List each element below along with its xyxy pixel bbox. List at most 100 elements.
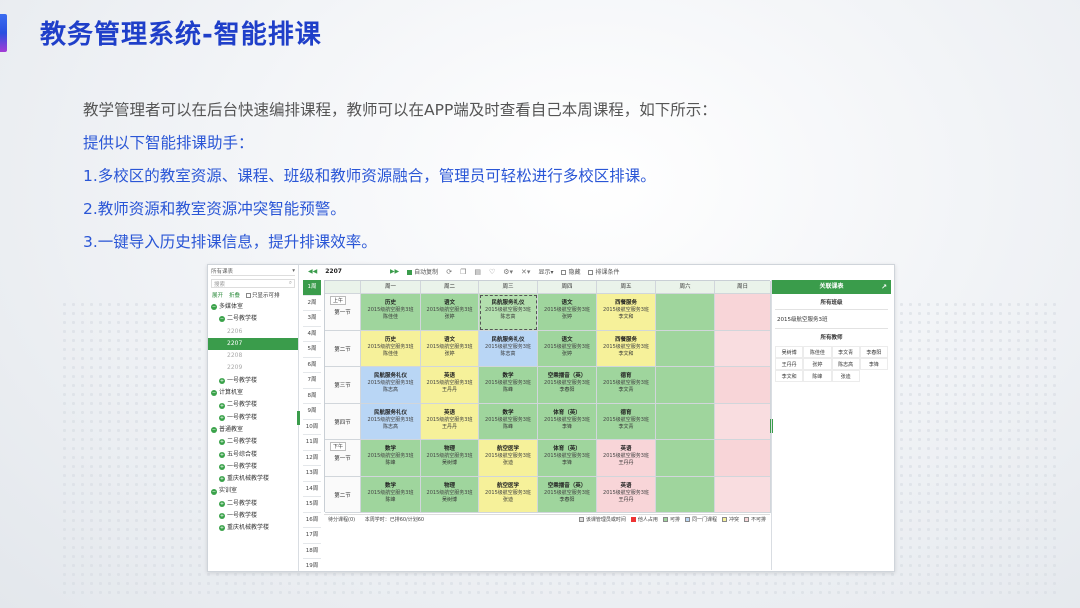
week-item[interactable]: 12周 <box>303 451 321 466</box>
refresh-icon[interactable]: ⟳ <box>446 268 452 276</box>
teacher-item[interactable]: 张迪 <box>831 370 860 382</box>
tree-item[interactable]: + 二号教学楼 <box>208 436 298 448</box>
timetable-cell[interactable]: 数学 2015级航空服务3班 陈峰 <box>361 476 421 513</box>
tree-search-input[interactable]: 搜索 ⌕ <box>211 279 295 288</box>
timetable-cell[interactable]: 英语 2015级航空服务3班 王丹丹 <box>597 476 656 513</box>
timetable-cell[interactable]: 体育（英） 2015级航空服务3班 李锋 <box>538 440 597 477</box>
tree-item[interactable]: − 普通教室 <box>208 424 298 436</box>
paste-icon[interactable]: ▤ <box>474 268 481 276</box>
teacher-item[interactable]: 李文青 <box>831 346 860 358</box>
timetable-cell[interactable] <box>656 403 715 440</box>
week-item[interactable]: 14周 <box>303 482 321 497</box>
week-item[interactable]: 7周 <box>303 373 321 389</box>
teacher-item[interactable]: 李文和 <box>775 370 804 382</box>
week-item[interactable]: 11周 <box>303 435 321 451</box>
sort-conflict-checkbox[interactable]: 排课条件 <box>588 267 620 276</box>
timetable-cell[interactable] <box>715 294 771 331</box>
teacher-item[interactable]: 陈志高 <box>831 358 860 370</box>
expand-node-icon[interactable]: + <box>219 476 225 483</box>
close-icon[interactable]: ✕▾ <box>521 268 530 276</box>
expand-node-icon[interactable]: + <box>219 451 225 458</box>
tree-item[interactable]: − 多媒体室 <box>208 301 298 313</box>
tree-item[interactable]: + 重庆机械教学楼 <box>208 522 298 534</box>
expand-node-icon[interactable]: + <box>219 439 225 446</box>
timetable-cell[interactable]: 航空医学 2015级航空服务3班 张迪 <box>479 440 538 477</box>
timetable-cell[interactable] <box>715 476 771 513</box>
timetable-cell[interactable] <box>715 330 771 367</box>
week-item[interactable]: 8周 <box>303 389 321 404</box>
timetable-cell[interactable]: 语文 2015级航空服务3班 张婷 <box>421 330 479 367</box>
timetable-cell[interactable] <box>656 440 715 477</box>
week-item[interactable]: 9周 <box>303 404 321 420</box>
teacher-item[interactable]: 吴树博 <box>775 346 804 358</box>
collapse-handle[interactable] <box>297 411 300 425</box>
teacher-item[interactable]: 李锋 <box>859 358 888 370</box>
timetable-cell[interactable]: 物理 2015级航空服务3班 吴树博 <box>421 440 479 477</box>
week-item[interactable]: 18周 <box>303 544 321 559</box>
expand-arrow-icon[interactable]: ↗ <box>881 280 887 294</box>
week-item[interactable]: 16周 <box>303 513 321 528</box>
timetable-cell[interactable]: 民航服务礼仪 2015级航空服务3班 陈志高 <box>479 294 538 331</box>
prev-arrow-icon[interactable]: ◀◀ <box>308 268 317 275</box>
tree-item[interactable]: + 二号教学楼 <box>208 498 298 510</box>
tree-item[interactable]: + 五号综合楼 <box>208 449 298 461</box>
expand-node-icon[interactable]: + <box>219 402 225 409</box>
timetable-cell[interactable] <box>656 330 715 367</box>
schedule-type-select[interactable]: 所有课表 ▾ <box>211 267 295 276</box>
collapse-node-icon[interactable]: − <box>211 488 217 495</box>
timetable-cell[interactable]: 语文 2015级航空服务3班 张婷 <box>538 330 597 367</box>
heart-icon[interactable]: ♡ <box>489 268 495 276</box>
timetable-cell[interactable]: 德育 2015级航空服务3班 李文青 <box>597 403 656 440</box>
week-item[interactable]: 10周 <box>303 420 321 435</box>
week-item[interactable]: 17周 <box>303 528 321 544</box>
tree-item[interactable]: + 一号教学楼 <box>208 412 298 424</box>
tree-item[interactable]: + 重庆机械教学楼 <box>208 473 298 485</box>
week-item[interactable]: 4周 <box>303 327 321 342</box>
expand-node-icon[interactable]: + <box>219 464 225 470</box>
teacher-item[interactable]: 张婷 <box>803 358 832 370</box>
timetable-cell[interactable]: 德育 2015级航空服务3班 李文青 <box>597 367 656 404</box>
collapse-node-icon[interactable]: − <box>211 390 217 397</box>
timetable-cell[interactable]: 体育（英） 2015级航空服务3班 李锋 <box>538 403 597 440</box>
collapse-node-icon[interactable]: − <box>211 304 217 311</box>
tree-item[interactable]: 2208 <box>208 350 298 362</box>
timetable-cell[interactable]: 历史 2015级航空服务3班 陈佳佳 <box>361 294 421 331</box>
teacher-item[interactable]: 李春阳 <box>859 346 888 358</box>
tree-item[interactable]: 2206 <box>208 326 298 338</box>
week-item[interactable]: 6周 <box>303 358 321 373</box>
timetable-cell[interactable]: 英语 2015级航空服务3班 王丹丹 <box>421 403 479 440</box>
auto-copy-checkbox[interactable]: 自动复制 <box>407 267 438 276</box>
teacher-item[interactable]: 王丹丹 <box>775 358 804 370</box>
timetable-cell[interactable]: 空乘播音（英） 2015级航空服务3班 李春阳 <box>538 367 597 404</box>
expand-all-link[interactable]: 展开 <box>212 291 223 299</box>
only-show-checkbox[interactable]: 只显示可排 <box>246 291 280 299</box>
collapse-node-icon[interactable]: − <box>219 316 225 323</box>
tree-item[interactable]: 2207 <box>208 337 298 351</box>
timetable-cell[interactable]: 数学 2015级航空服务3班 陈峰 <box>479 403 538 440</box>
timetable-cell[interactable]: 英语 2015级航空服务3班 王丹丹 <box>597 440 656 477</box>
timetable-cell[interactable]: 数学 2015级航空服务3班 陈峰 <box>361 440 421 477</box>
collapse-all-link[interactable]: 折叠 <box>229 291 240 299</box>
timetable-cell[interactable]: 物理 2015级航空服务3班 吴树博 <box>421 476 479 513</box>
class-item[interactable]: 2015级航空服务3班 <box>775 309 888 329</box>
timetable-cell[interactable]: 西餐服务 2015级航空服务3班 李文和 <box>597 330 656 367</box>
expand-node-icon[interactable]: + <box>219 500 225 507</box>
week-item[interactable]: 3周 <box>303 311 321 327</box>
timetable-cell[interactable] <box>656 367 715 404</box>
timetable-cell[interactable]: 语文 2015级航空服务3班 张婷 <box>538 294 597 331</box>
timetable-cell[interactable]: 民航服务礼仪 2015级航空服务3班 陈志高 <box>479 330 538 367</box>
timetable-cell[interactable]: 航空医学 2015级航空服务3班 张迪 <box>479 476 538 513</box>
show-dropdown[interactable]: 显示▾ <box>538 267 553 276</box>
timetable-cell[interactable] <box>715 367 771 404</box>
timetable-cell[interactable] <box>715 403 771 440</box>
expand-node-icon[interactable]: + <box>219 525 225 532</box>
tree-item[interactable]: + 一号教学楼 <box>208 510 298 522</box>
week-item[interactable]: 5周 <box>303 342 321 358</box>
tree-item[interactable]: + 一号教学楼 <box>208 461 298 473</box>
teacher-item[interactable]: 陈峰 <box>803 370 832 382</box>
pending-courses[interactable]: 待分课程(0) <box>328 517 355 523</box>
timetable-cell[interactable]: 民航服务礼仪 2015级航空服务3班 陈志高 <box>361 367 421 404</box>
week-item[interactable]: 2周 <box>303 296 321 311</box>
hide-checkbox[interactable]: 隐藏 <box>561 267 580 276</box>
timetable-cell[interactable]: 语文 2015级航空服务3班 张婷 <box>421 294 479 331</box>
